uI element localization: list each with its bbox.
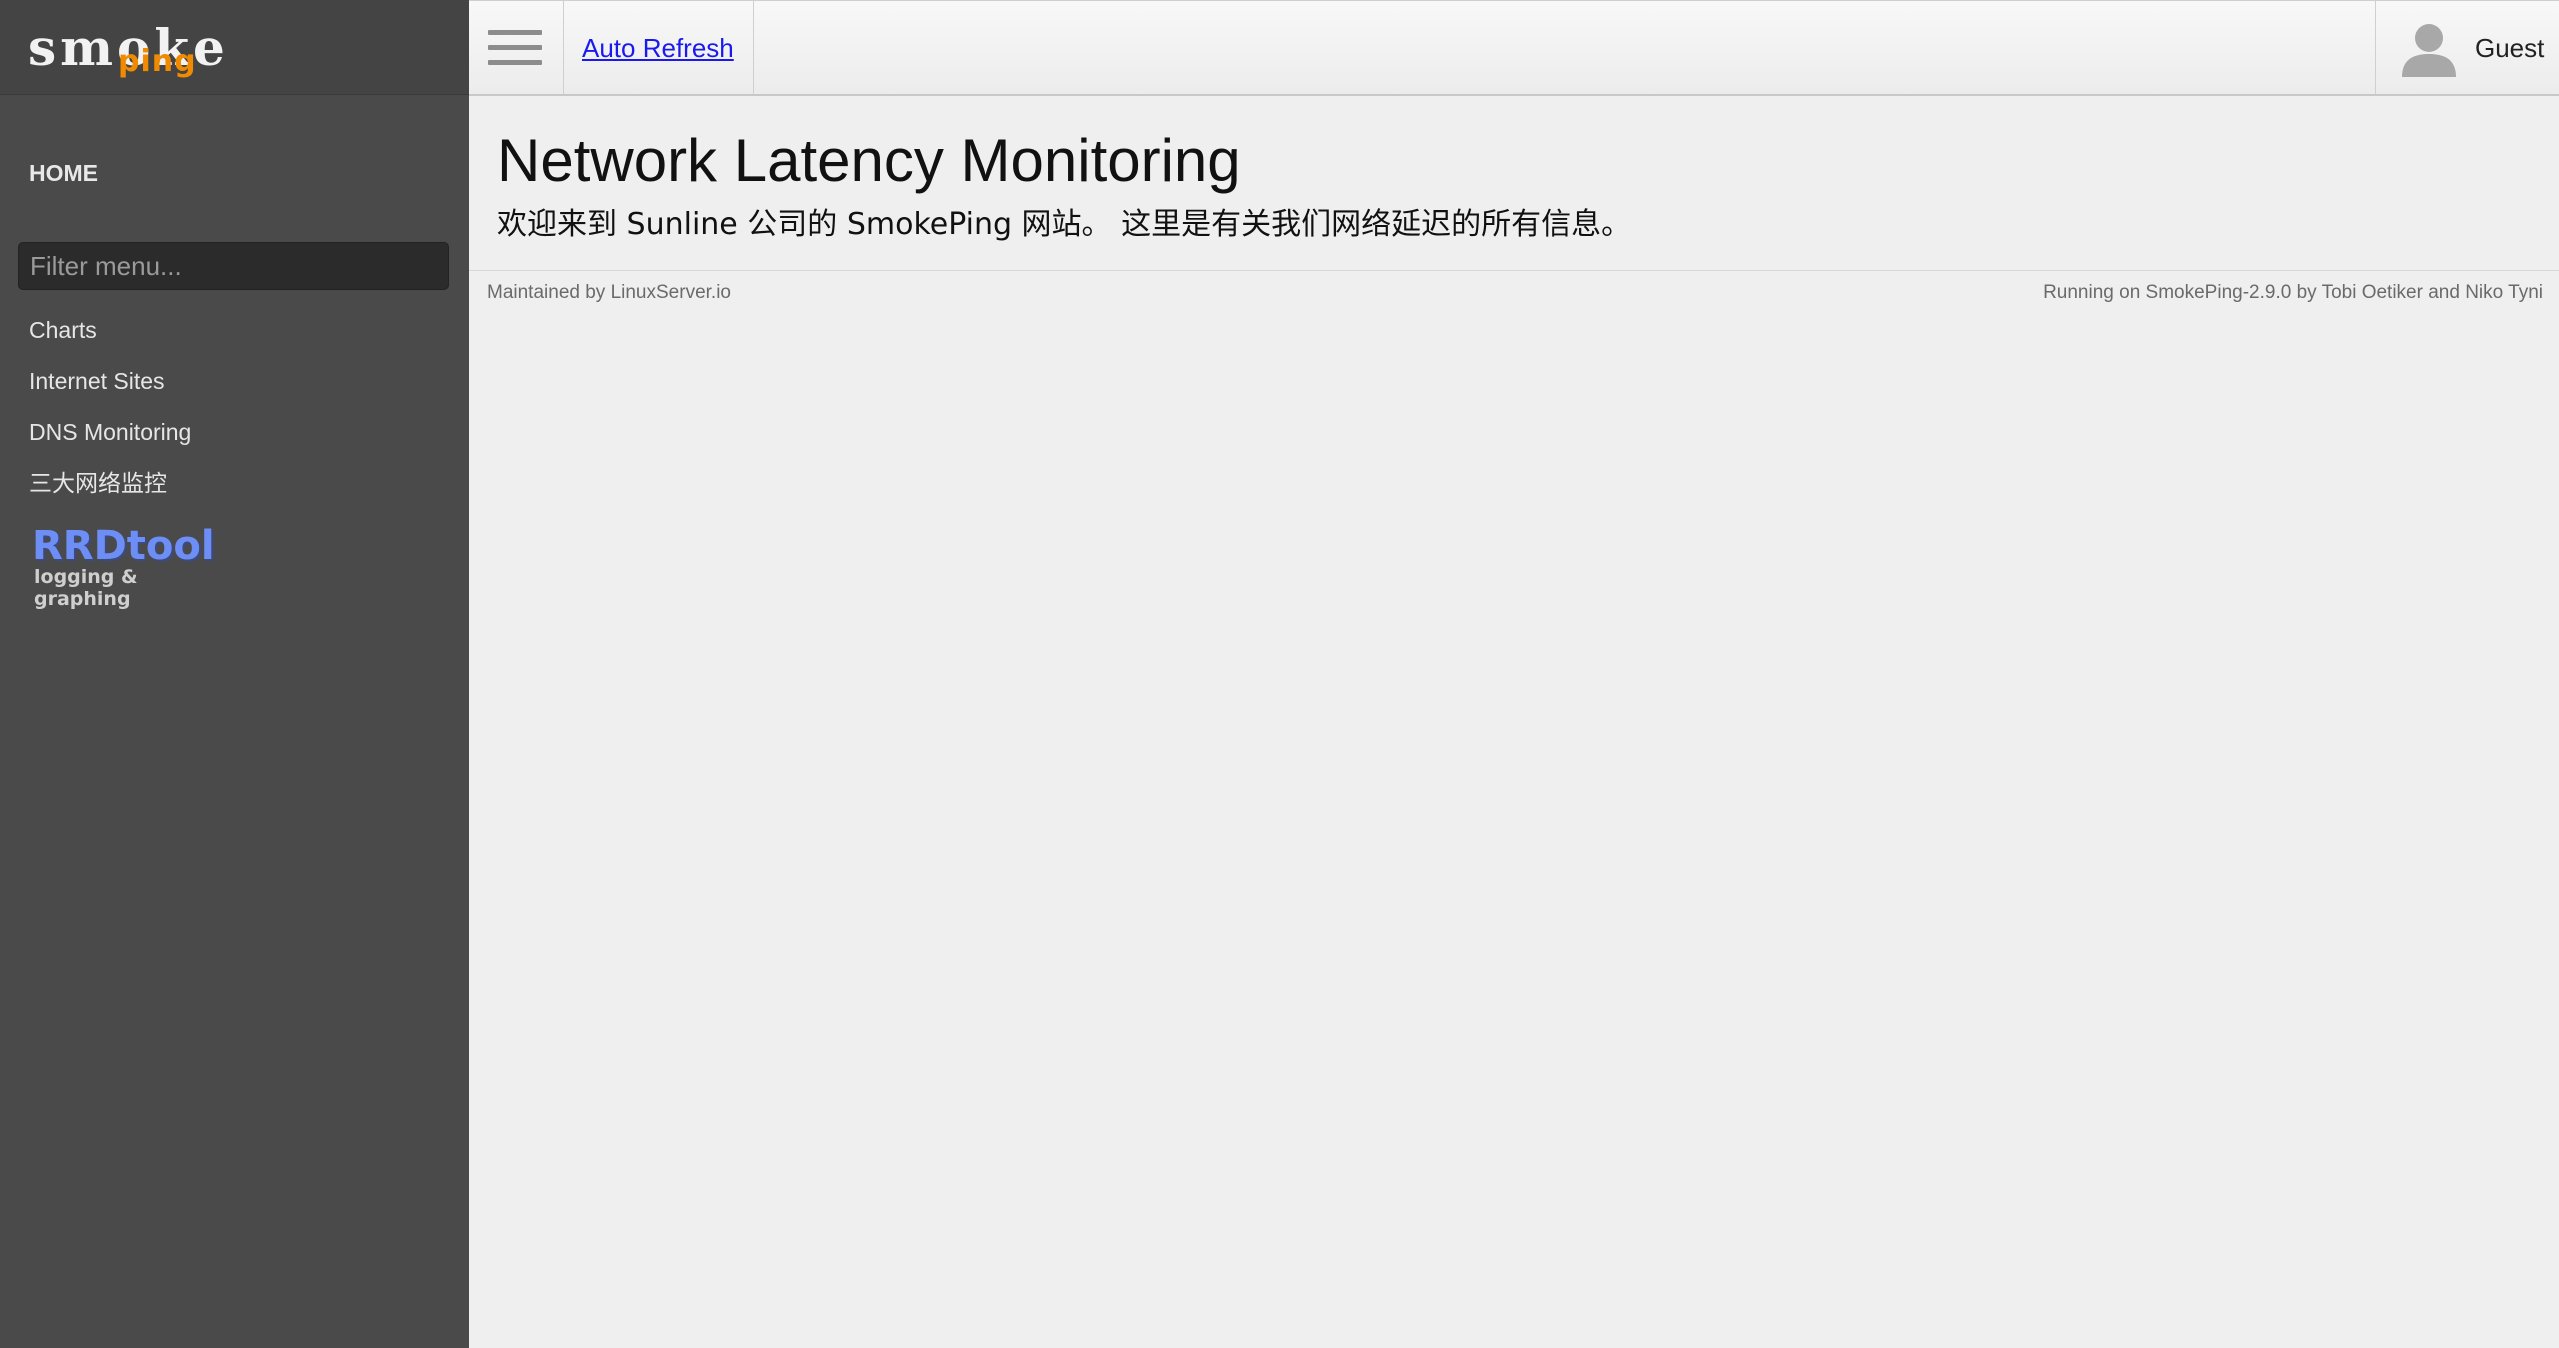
logo-bar: smoke ping bbox=[0, 0, 469, 95]
page-subtitle: 欢迎来到 Sunline 公司的 SmokePing 网站。 这里是有关我们网络… bbox=[497, 207, 1632, 242]
sidebar-nav: Charts Internet Sites DNS Monitoring 三大网… bbox=[29, 312, 191, 516]
hamburger-icon[interactable] bbox=[469, 1, 564, 95]
user-avatar-icon bbox=[2402, 24, 2456, 77]
sidebar-item-network-monitoring[interactable]: 三大网络监控 bbox=[29, 465, 191, 516]
filter-menu-input[interactable] bbox=[18, 242, 449, 290]
rrdtool-title: RRDtool bbox=[32, 523, 215, 569]
divider bbox=[469, 270, 2559, 271]
logo-sub: ping bbox=[118, 44, 197, 79]
page-title: Network Latency Monitoring bbox=[497, 127, 1241, 194]
home-link[interactable]: HOME bbox=[29, 160, 98, 187]
auto-refresh-link[interactable]: Auto Refresh bbox=[582, 33, 734, 63]
auto-refresh-container: Auto Refresh bbox=[564, 1, 754, 95]
footer-maintainer: Maintained by LinuxServer.io bbox=[487, 282, 731, 303]
top-bar: Auto Refresh Guest bbox=[469, 0, 2559, 96]
smokeping-logo[interactable]: smoke ping bbox=[28, 18, 225, 79]
rrdtool-tagline: logging & graphing bbox=[34, 566, 138, 610]
footer-version: Running on SmokePing-2.9.0 by Tobi Oetik… bbox=[2043, 282, 2543, 303]
sidebar: smoke ping HOME Charts Internet Sites DN… bbox=[0, 0, 469, 1348]
user-name: Guest bbox=[2475, 33, 2545, 63]
rrdtool-logo[interactable]: RRDtool logging & graphing bbox=[30, 523, 220, 610]
sidebar-item-internet-sites[interactable]: Internet Sites bbox=[29, 363, 191, 414]
sidebar-item-charts[interactable]: Charts bbox=[29, 312, 191, 363]
user-menu[interactable]: Guest bbox=[2375, 1, 2559, 95]
sidebar-item-dns-monitoring[interactable]: DNS Monitoring bbox=[29, 414, 191, 465]
